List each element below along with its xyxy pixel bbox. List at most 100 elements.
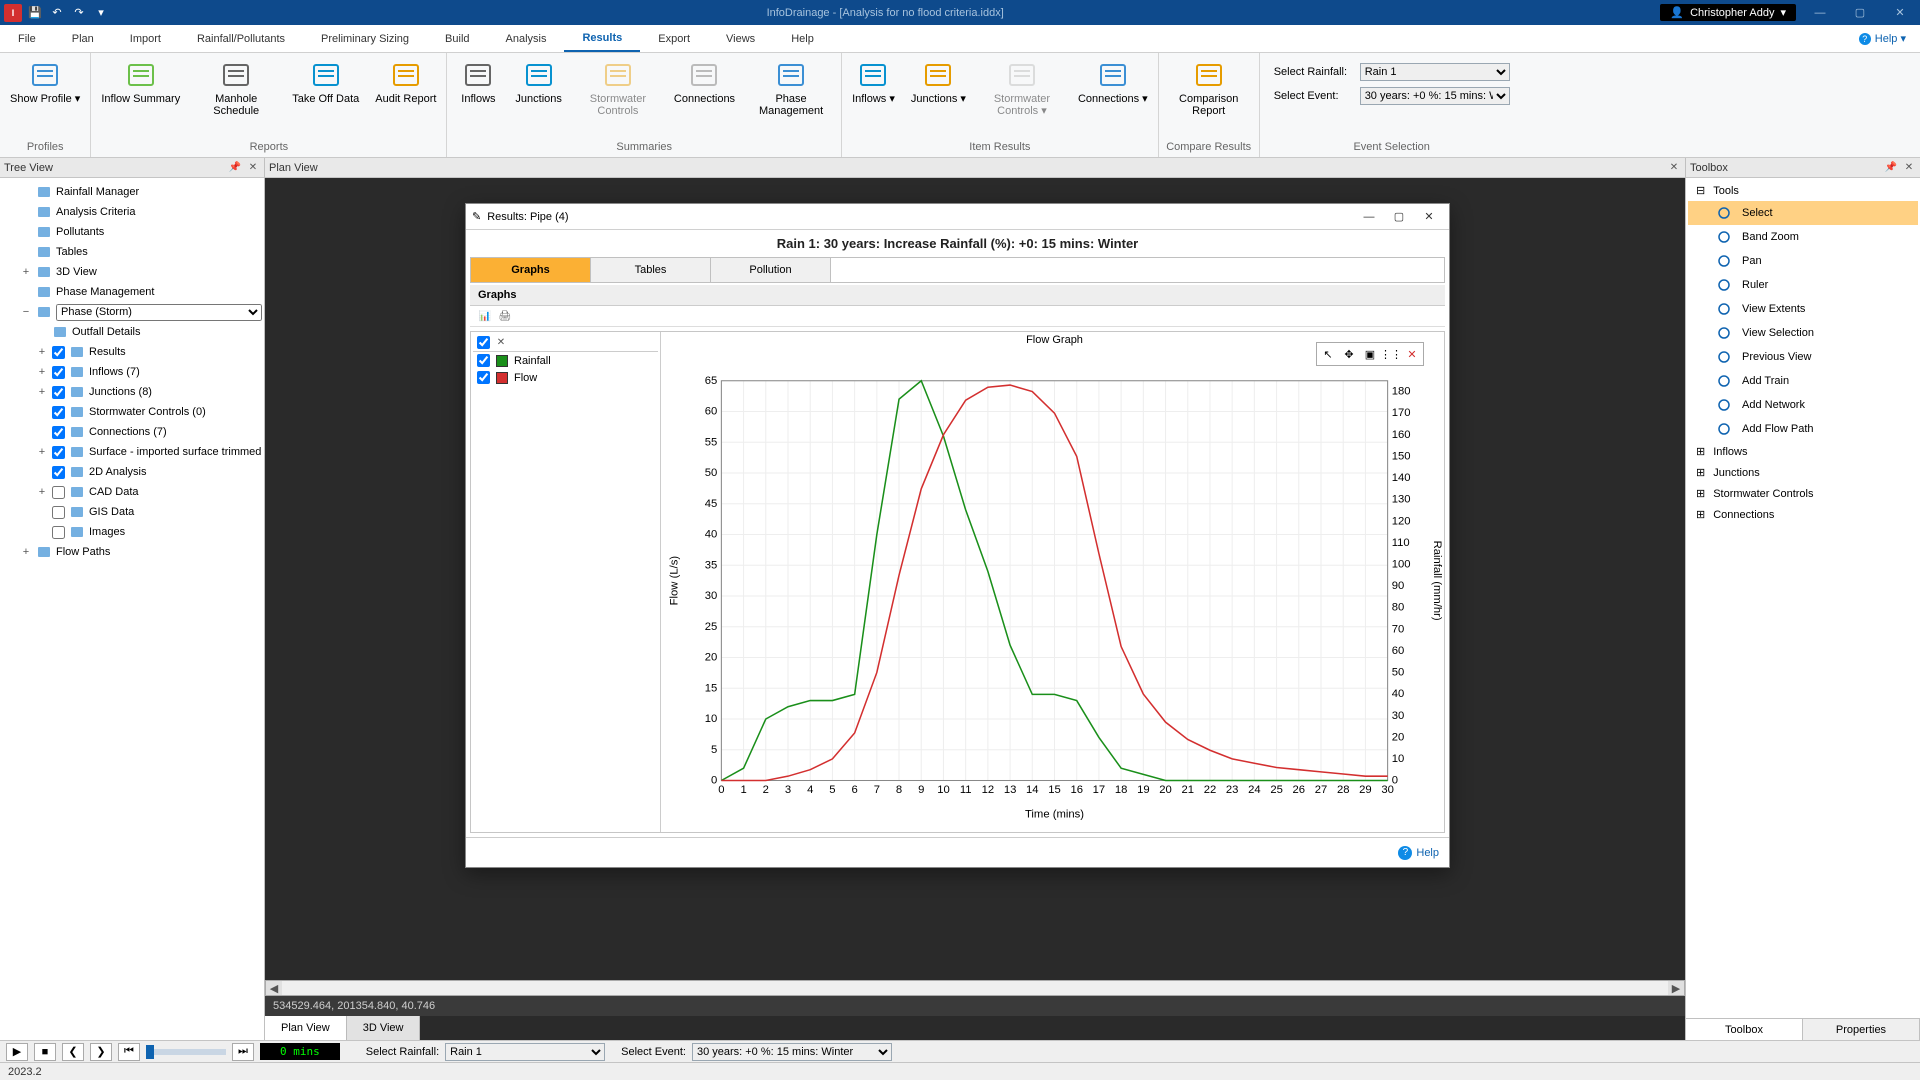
tool-add-network[interactable]: Add Network xyxy=(1688,393,1918,417)
results-tab-graphs[interactable]: Graphs xyxy=(471,258,591,282)
close-icon[interactable]: ✕ xyxy=(246,161,260,175)
tree-item[interactable]: 2D Analysis xyxy=(2,462,262,482)
results-tab-tables[interactable]: Tables xyxy=(591,258,711,282)
menu-file[interactable]: File xyxy=(0,25,54,52)
expand-icon[interactable]: − xyxy=(20,306,32,318)
tree-item[interactable]: +Flow Paths xyxy=(2,542,262,562)
menu-export[interactable]: Export xyxy=(640,25,708,52)
print-icon[interactable]: 🖨 xyxy=(498,309,512,323)
tool-group-stormwater-controls[interactable]: ⊞Stormwater Controls xyxy=(1688,483,1918,504)
tool-group-inflows[interactable]: ⊞Inflows xyxy=(1688,441,1918,462)
minimize-button[interactable]: — xyxy=(1800,0,1840,25)
results-tab-pollution[interactable]: Pollution xyxy=(711,258,831,282)
tree-item[interactable]: Analysis Criteria xyxy=(2,202,262,222)
tree-checkbox[interactable] xyxy=(52,386,65,399)
qat-dropdown-icon[interactable]: ▾ xyxy=(92,4,110,22)
tree-item[interactable]: +Surface - imported surface trimmed xyxy=(2,442,262,462)
menu-build[interactable]: Build xyxy=(427,25,487,52)
legend-check[interactable] xyxy=(477,354,490,367)
tree-item[interactable]: Outfall Details xyxy=(2,322,262,342)
tree-item[interactable]: Tables xyxy=(2,242,262,262)
tree-item[interactable]: GIS Data xyxy=(2,502,262,522)
tool-group-connections[interactable]: ⊞Connections xyxy=(1688,504,1918,525)
expand-icon[interactable]: + xyxy=(20,546,32,558)
tool-ruler[interactable]: Ruler xyxy=(1688,273,1918,297)
tree-checkbox[interactable] xyxy=(52,346,65,359)
tree-item[interactable]: +Inflows (7) xyxy=(2,362,262,382)
tree-checkbox[interactable] xyxy=(52,406,65,419)
tool-add-flow-path[interactable]: Add Flow Path xyxy=(1688,417,1918,441)
plan-canvas[interactable]: ✎ Results: Pipe (4) — ▢ ✕ Rain 1: 30 yea… xyxy=(265,178,1685,1040)
menu-import[interactable]: Import xyxy=(112,25,179,52)
expand-icon[interactable]: + xyxy=(36,446,48,458)
redo-icon[interactable]: ↷ xyxy=(70,4,88,22)
ribbon-connections[interactable]: Connections xyxy=(670,57,739,107)
scroll-track[interactable] xyxy=(282,981,1668,995)
time-slider[interactable] xyxy=(146,1049,226,1055)
tree-item[interactable]: Images xyxy=(2,522,262,542)
menu-preliminarysizing[interactable]: Preliminary Sizing xyxy=(303,25,427,52)
tree-item[interactable]: +Results xyxy=(2,342,262,362)
expand-icon[interactable]: + xyxy=(36,346,48,358)
expand-icon[interactable]: + xyxy=(36,366,48,378)
play-button[interactable]: ▶ xyxy=(6,1043,28,1061)
tree-item[interactable]: +Junctions (8) xyxy=(2,382,262,402)
legend-master-check[interactable] xyxy=(477,336,490,349)
select-rainfall-dropdown[interactable]: Rain 1 xyxy=(445,1043,605,1061)
tree-item[interactable]: Stormwater Controls (0) xyxy=(2,402,262,422)
user-menu[interactable]: 👤 Christopher Addy ▾ xyxy=(1660,4,1796,21)
ribbon-junctions--[interactable]: Junctions ▾ xyxy=(907,57,970,107)
tree-item[interactable]: Phase Management xyxy=(2,282,262,302)
ribbon-show-profile--[interactable]: Show Profile ▾ xyxy=(6,57,84,107)
tree-checkbox[interactable] xyxy=(52,466,65,479)
ribbon-audit-report[interactable]: Audit Report xyxy=(371,57,440,107)
chart-options-icon[interactable]: 📊 xyxy=(478,309,492,323)
menu-rainfallpollutants[interactable]: Rainfall/Pollutants xyxy=(179,25,303,52)
tool-band-zoom[interactable]: Band Zoom xyxy=(1688,225,1918,249)
tree-checkbox[interactable] xyxy=(52,486,65,499)
tree-item[interactable]: − Phase (Storm) xyxy=(2,302,262,322)
tool-add-train[interactable]: Add Train xyxy=(1688,369,1918,393)
ribbon-inflows[interactable]: Inflows xyxy=(453,57,503,107)
help-link[interactable]: ? Help xyxy=(1398,846,1439,860)
menu-results[interactable]: Results xyxy=(564,25,640,52)
tree-item[interactable]: +CAD Data xyxy=(2,482,262,502)
maximize-button[interactable]: ▢ xyxy=(1385,207,1413,227)
expand-icon[interactable]: + xyxy=(36,386,48,398)
tree-item[interactable]: Rainfall Manager xyxy=(2,182,262,202)
close-icon[interactable]: ✕ xyxy=(1667,161,1681,175)
minimize-button[interactable]: — xyxy=(1355,207,1383,227)
undo-icon[interactable]: ↶ xyxy=(48,4,66,22)
select-rainfall-dropdown[interactable]: Rain 1 xyxy=(1360,63,1510,81)
close-button[interactable]: ✕ xyxy=(1880,0,1920,25)
tree-checkbox[interactable] xyxy=(52,366,65,379)
ribbon-inflow-summary[interactable]: Inflow Summary xyxy=(97,57,184,107)
ribbon-junctions[interactable]: Junctions xyxy=(511,57,565,107)
tool-group-junctions[interactable]: ⊞Junctions xyxy=(1688,462,1918,483)
tool-select[interactable]: Select xyxy=(1688,201,1918,225)
help-menu[interactable]: ?Help ▾ xyxy=(1845,25,1920,52)
scroll-right-icon[interactable]: ▶ xyxy=(1668,981,1684,995)
phase-dropdown[interactable]: Phase (Storm) xyxy=(56,304,262,321)
plan-scrollbar[interactable]: ◀ ▶ xyxy=(265,980,1685,996)
step-back-button[interactable]: ❮ xyxy=(62,1043,84,1061)
close-icon[interactable]: ✕ xyxy=(1902,161,1916,175)
tree-item[interactable]: Pollutants xyxy=(2,222,262,242)
toolbox-tab-toolbox[interactable]: Toolbox xyxy=(1686,1019,1803,1040)
ribbon-inflows--[interactable]: Inflows ▾ xyxy=(848,57,899,107)
menu-plan[interactable]: Plan xyxy=(54,25,112,52)
pin-icon[interactable]: 📌 xyxy=(1884,161,1898,175)
save-icon[interactable]: 💾 xyxy=(26,4,44,22)
tool-pan[interactable]: Pan xyxy=(1688,249,1918,273)
tool-view-extents[interactable]: View Extents xyxy=(1688,297,1918,321)
legend-item[interactable]: Flow xyxy=(473,369,658,386)
legend-close-icon[interactable]: ✕ xyxy=(494,336,508,350)
tree-checkbox[interactable] xyxy=(52,506,65,519)
tree-view[interactable]: Rainfall ManagerAnalysis CriteriaPolluta… xyxy=(0,178,264,1040)
ribbon-phase-management[interactable]: Phase Management xyxy=(747,57,835,119)
ribbon-take-off-data[interactable]: Take Off Data xyxy=(288,57,363,107)
select-event-dropdown[interactable]: 30 years: +0 %: 15 mins: Winter xyxy=(1360,87,1510,105)
ribbon-manhole-schedule[interactable]: Manhole Schedule xyxy=(192,57,280,119)
tree-checkbox[interactable] xyxy=(52,426,65,439)
toolbox-tab-properties[interactable]: Properties xyxy=(1803,1019,1920,1040)
